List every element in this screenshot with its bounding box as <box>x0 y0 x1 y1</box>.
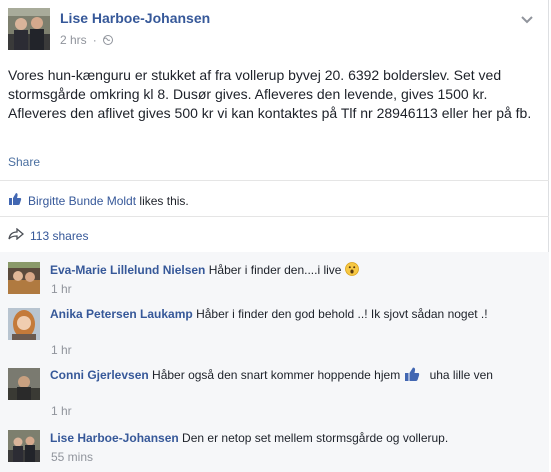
thumbs-up-icon <box>8 192 22 209</box>
shares-summary[interactable]: 113 shares <box>8 227 88 243</box>
comment-author[interactable]: Anika Petersen Laukamp <box>50 307 193 321</box>
like-thumb-icon <box>404 366 420 382</box>
chevron-down-icon[interactable] <box>520 12 534 24</box>
comment-body: Conni Gjerlevsen Håber også den snart ko… <box>50 366 530 384</box>
comment-author[interactable]: Eva-Marie Lillelund Nielsen <box>50 263 205 277</box>
comment-text: Den er netop set mellem stormsgårde og v… <box>182 431 449 445</box>
comment-timestamp[interactable]: 1 hr <box>51 282 72 296</box>
post-author-name[interactable]: Lise Harboe-Johansen <box>60 10 210 26</box>
comment-timestamp[interactable]: 55 mins <box>51 450 93 464</box>
comment-text: Håber også den snart kommer hoppende hje… <box>152 368 401 382</box>
post-card: Lise Harboe-Johansen 2 hrs · Vores hun-k… <box>0 0 549 472</box>
share-arrow-icon <box>8 227 25 243</box>
post-body: Vores hun-kænguru er stukket af fra voll… <box>8 67 532 121</box>
comment-body: Eva-Marie Lillelund Nielsen Håber i find… <box>50 262 530 279</box>
comment-text-continued: uha lille ven <box>429 368 493 382</box>
author-avatar[interactable] <box>8 8 50 50</box>
post-timestamp[interactable]: 2 hrs <box>60 33 87 47</box>
likes-suffix: likes this. <box>139 193 189 208</box>
divider <box>0 180 549 181</box>
comment-avatar[interactable] <box>8 262 40 294</box>
liker-name[interactable]: Birgitte Bunde Moldt <box>28 194 136 208</box>
comment-text: Håber i finder den god behold ..! Ik sjo… <box>196 307 488 321</box>
comment-avatar[interactable] <box>8 308 40 340</box>
meta-separator: · <box>92 33 97 47</box>
comment-text: Håber i finder den....i live <box>208 263 342 277</box>
divider <box>0 216 549 217</box>
globe-icon[interactable] <box>102 35 113 45</box>
comment-author[interactable]: Lise Harboe-Johansen <box>50 431 179 445</box>
post-meta: 2 hrs · <box>60 33 113 47</box>
comment-avatar[interactable] <box>8 430 40 462</box>
surprised-face-icon <box>344 262 359 276</box>
comments-section: Eva-Marie Lillelund Nielsen Håber i find… <box>0 252 549 472</box>
comment-timestamp[interactable]: 1 hr <box>51 343 72 357</box>
comment-author[interactable]: Conni Gjerlevsen <box>50 368 149 382</box>
likes-summary: Birgitte Bunde Moldt likes this. <box>8 192 189 209</box>
shares-count[interactable]: 113 shares <box>30 229 88 243</box>
share-link[interactable]: Share <box>8 155 40 169</box>
comment-body: Lise Harboe-Johansen Den er netop set me… <box>50 430 530 447</box>
comment-body: Anika Petersen Laukamp Håber i finder de… <box>50 306 530 323</box>
comment-timestamp[interactable]: 1 hr <box>51 404 72 418</box>
comment-avatar[interactable] <box>8 368 40 400</box>
